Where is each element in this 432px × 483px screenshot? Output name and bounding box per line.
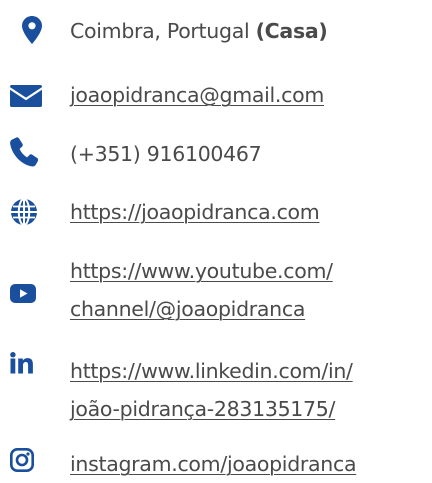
instagram-row: instagram.com/joaopidranca [0,446,432,483]
email-row: joaopidranca@gmail.com [0,76,432,116]
contact-list: Coimbra, Portugal (Casa) joaopidranca@gm… [0,0,432,483]
youtube-icon [10,284,36,303]
website-link[interactable]: https://joaopidranca.com [70,194,320,230]
globe-icon [10,198,38,226]
map-marker-icon [22,16,42,44]
phone-icon [10,137,38,167]
location-city: Coimbra, Portugal [70,19,250,43]
youtube-link[interactable]: https://www.youtube.com/ channel/@joaopi… [70,252,333,328]
linkedin-link-line2: joão-pidrança-283135175/ [70,397,336,421]
phone-text: (+351) 916100467 [70,142,262,166]
linkedin-link-line1: https://www.linkedin.com/in/ [70,359,353,383]
envelope-icon [10,85,42,107]
phone-row: (+351) 916100467 [0,134,432,174]
youtube-row: https://www.youtube.com/ channel/@joaopi… [0,252,432,332]
instagram-link[interactable]: instagram.com/joaopidranca [70,446,357,482]
website-row: https://joaopidranca.com [0,193,432,233]
location-row: Coimbra, Portugal (Casa) [0,12,432,52]
location-text: Coimbra, Portugal (Casa) [70,13,328,49]
youtube-link-line2: channel/@joaopidranca [70,297,306,321]
linkedin-row: https://www.linkedin.com/in/ joão-pidran… [0,352,432,432]
email-link[interactable]: joaopidranca@gmail.com [70,77,324,113]
youtube-link-line1: https://www.youtube.com/ [70,259,333,283]
instagram-icon [10,448,34,472]
linkedin-icon [10,352,34,374]
location-tag: (Casa) [255,19,328,43]
linkedin-link[interactable]: https://www.linkedin.com/in/ joão-pidran… [70,352,353,428]
